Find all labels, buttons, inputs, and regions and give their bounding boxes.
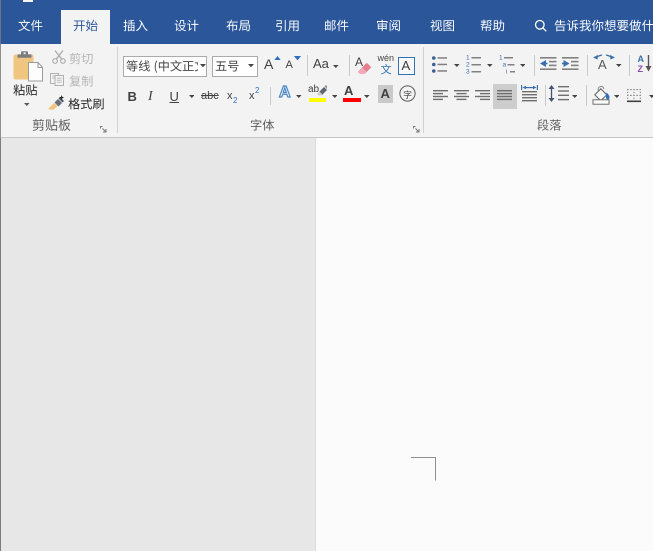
svg-text:3: 3 (466, 69, 470, 75)
svg-text:1: 1 (466, 55, 470, 62)
svg-text:a: a (503, 62, 507, 69)
svg-text:2: 2 (466, 62, 470, 69)
svg-text:1: 1 (499, 55, 503, 62)
svg-text:i: i (506, 69, 507, 75)
